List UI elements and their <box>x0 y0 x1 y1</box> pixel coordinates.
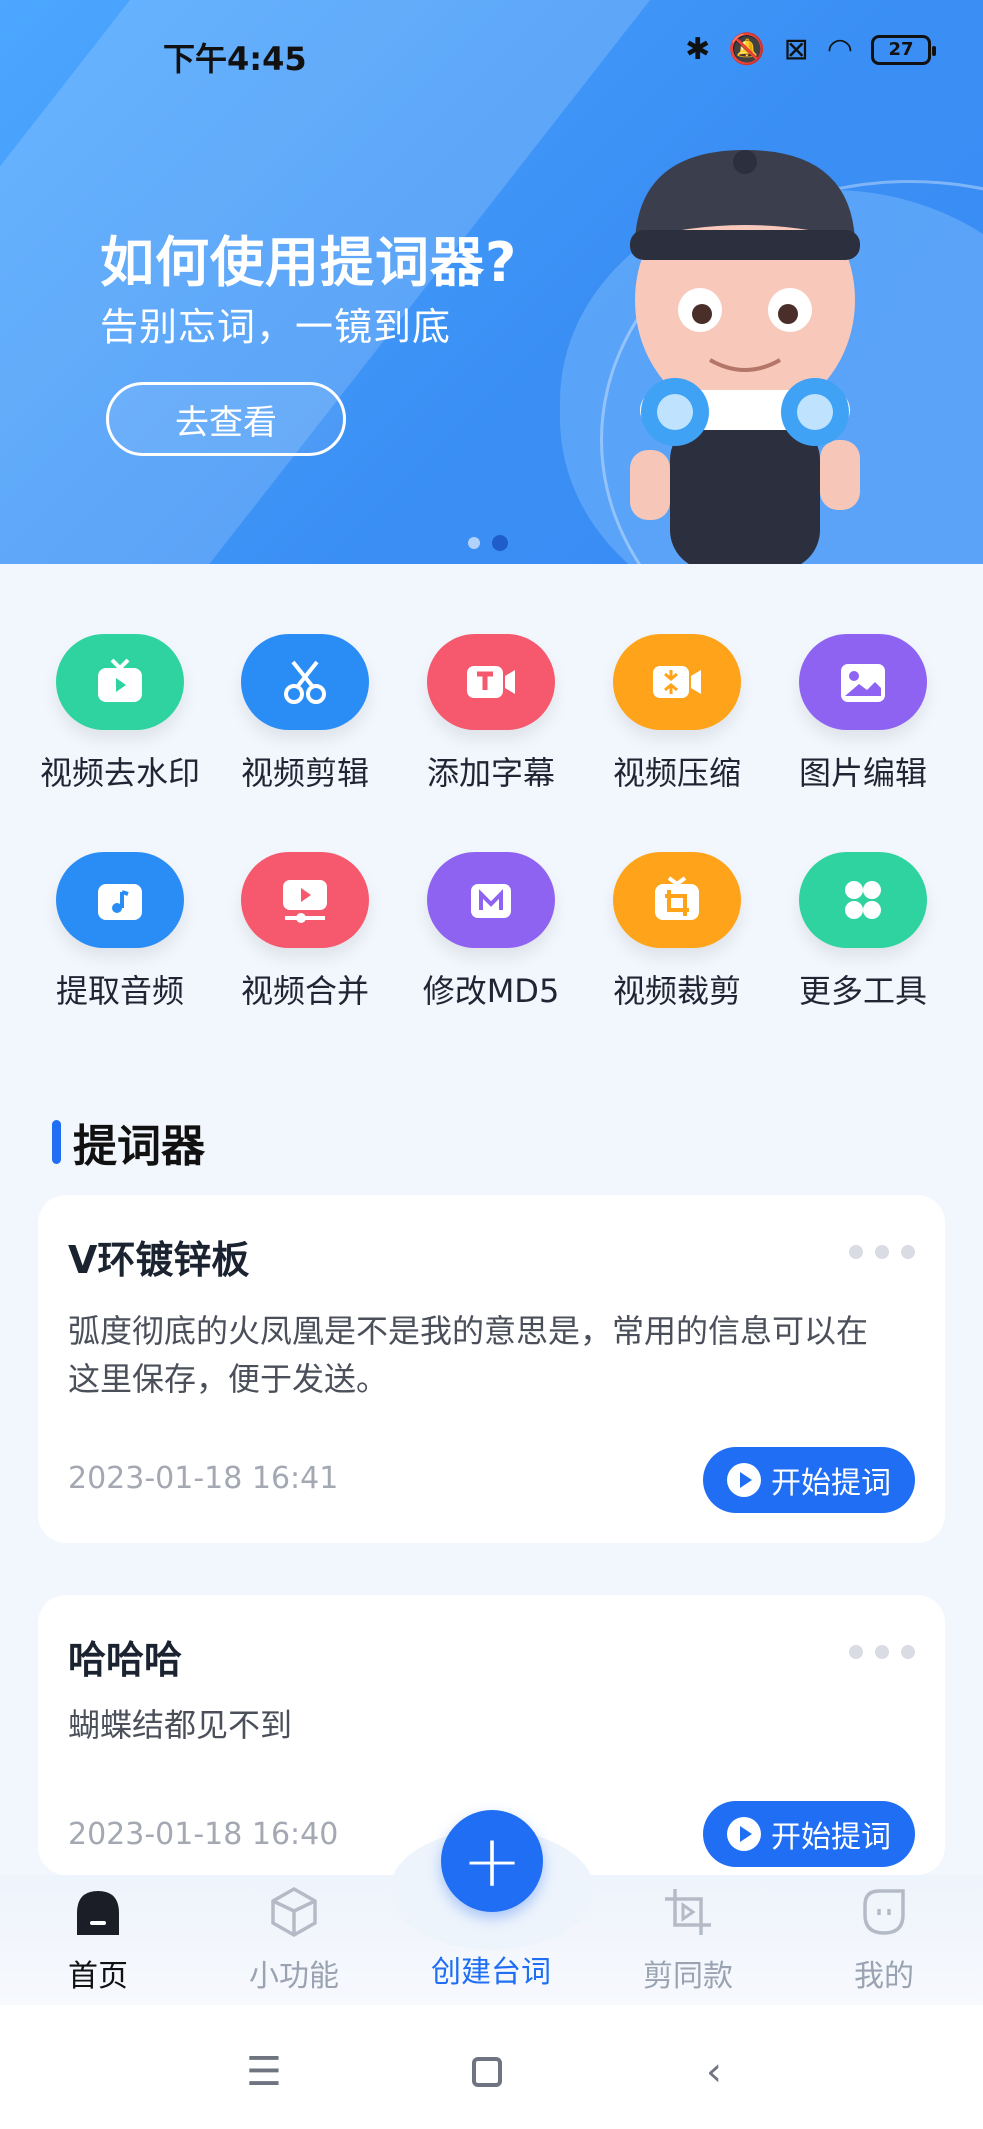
tool-label: 视频裁剪 <box>612 972 741 1010</box>
tool-add-subtitle[interactable]: 添加字幕 <box>401 634 581 794</box>
battery-icon: 27 <box>871 34 936 65</box>
tab-template-label: 剪同款 <box>643 1959 733 1994</box>
section-header: 提词器 <box>52 1110 205 1174</box>
carousel-dot-active <box>492 535 508 551</box>
tab-template[interactable]: 剪同款 <box>608 1885 768 1995</box>
banner-view-button[interactable]: 去查看 <box>106 382 346 456</box>
tool-label: 视频剪辑 <box>240 754 369 792</box>
tab-tools[interactable]: 小功能 <box>214 1885 374 1995</box>
more-options-icon[interactable] <box>849 1245 915 1259</box>
tab-tools-label: 小功能 <box>249 1959 339 1994</box>
tool-video-watermark[interactable]: 视频去水印 <box>30 634 210 794</box>
image-edit-icon <box>799 634 927 730</box>
card-date: 2023-01-18 16:40 <box>68 1817 339 1852</box>
start-prompt-button[interactable]: 开始提词 <box>703 1801 915 1867</box>
status-bar: 下午4:45 ✱ 🔕 ⊠ ◠ 27 <box>0 0 983 110</box>
tool-extract-audio[interactable]: 提取音频 <box>30 852 210 1012</box>
card-title: 哈哈哈 <box>68 1638 183 1682</box>
crop-video-icon <box>665 1889 711 1935</box>
tab-mine-label: 我的 <box>854 1959 914 1994</box>
card-content: 蝴蝶结都见不到 <box>68 1706 293 1744</box>
video-merge-icon <box>241 852 369 948</box>
start-prompt-button[interactable]: 开始提词 <box>703 1447 915 1513</box>
system-navigation-bar: ☰ ‹ <box>0 2005 983 2129</box>
card-title: V环镀锌板 <box>68 1238 250 1282</box>
tool-video-merge[interactable]: 视频合并 <box>215 852 395 1012</box>
tool-more[interactable]: 更多工具 <box>773 852 953 1012</box>
profile-icon <box>863 1889 905 1935</box>
scissors-icon <box>241 634 369 730</box>
tool-video-crop[interactable]: 视频裁剪 <box>587 852 767 1012</box>
status-time: 下午4:45 <box>163 40 307 78</box>
mascot-illustration <box>630 150 860 564</box>
tool-video-edit[interactable]: 视频剪辑 <box>215 634 395 794</box>
md5-icon <box>427 852 555 948</box>
tool-label: 视频合并 <box>240 972 369 1010</box>
carousel-indicator <box>468 535 508 551</box>
tool-label: 提取音频 <box>55 972 184 1010</box>
tool-label: 修改MD5 <box>422 972 560 1010</box>
card-content: 弧度彻底的火凤凰是不是我的意思是，常用的信息可以在这里保存，便于发送。 <box>68 1312 869 1398</box>
play-icon <box>727 1463 761 1497</box>
audio-extract-icon <box>56 852 184 948</box>
promo-banner[interactable]: 如何使用提词器? 告别忘词，一镜到底 去查看 下午4:45 ✱ 🔕 ⊠ ◠ 27 <box>0 0 983 564</box>
compress-icon <box>613 634 741 730</box>
tool-label: 图片编辑 <box>798 754 927 792</box>
back-icon[interactable]: ‹ <box>706 2049 722 2095</box>
carousel-dot <box>468 537 480 549</box>
tool-label: 更多工具 <box>798 972 927 1010</box>
more-tools-icon <box>799 852 927 948</box>
tool-image-edit[interactable]: 图片编辑 <box>773 634 953 794</box>
tab-home-label: 首页 <box>68 1959 128 1994</box>
video-watermark-icon <box>56 634 184 730</box>
script-card[interactable]: V环镀锌板 弧度彻底的火凤凰是不是我的意思是，常用的信息可以在这里保存，便于发送… <box>38 1195 945 1543</box>
banner-subtitle: 告别忘词，一镜到底 <box>100 305 452 349</box>
status-icons: ✱ 🔕 ⊠ ◠ 27 <box>685 32 936 67</box>
home-icon <box>77 1891 119 1935</box>
create-script-fab[interactable]: + <box>441 1810 543 1912</box>
play-icon <box>727 1817 761 1851</box>
section-accent-bar <box>52 1120 61 1164</box>
card-date: 2023-01-18 16:41 <box>68 1461 339 1496</box>
crop-icon <box>613 852 741 948</box>
tool-modify-md5[interactable]: 修改MD5 <box>401 852 581 1012</box>
sim-off-icon: ⊠ <box>783 32 809 67</box>
bluetooth-icon: ✱ <box>685 32 711 67</box>
tool-video-compress[interactable]: 视频压缩 <box>587 634 767 794</box>
tab-mine[interactable]: 我的 <box>804 1885 964 1995</box>
start-prompt-label: 开始提词 <box>771 1820 891 1855</box>
home-square-icon[interactable] <box>472 2049 502 2087</box>
tool-label: 视频压缩 <box>612 754 741 792</box>
section-title: 提词器 <box>73 1121 205 1172</box>
tool-label: 视频去水印 <box>39 754 200 792</box>
tool-label: 添加字幕 <box>426 754 555 792</box>
mute-bell-icon: 🔕 <box>728 32 766 67</box>
wifi-icon: ◠ <box>826 32 853 67</box>
banner-title: 如何使用提词器? <box>100 231 518 294</box>
more-options-icon[interactable] <box>849 1645 915 1659</box>
menu-icon[interactable]: ☰ <box>246 2049 282 2095</box>
tab-create-label: 创建台词 <box>431 1955 551 1990</box>
subtitle-icon <box>427 634 555 730</box>
tab-home[interactable]: 首页 <box>18 1885 178 1995</box>
cube-icon <box>271 1886 317 1938</box>
start-prompt-label: 开始提词 <box>771 1466 891 1501</box>
